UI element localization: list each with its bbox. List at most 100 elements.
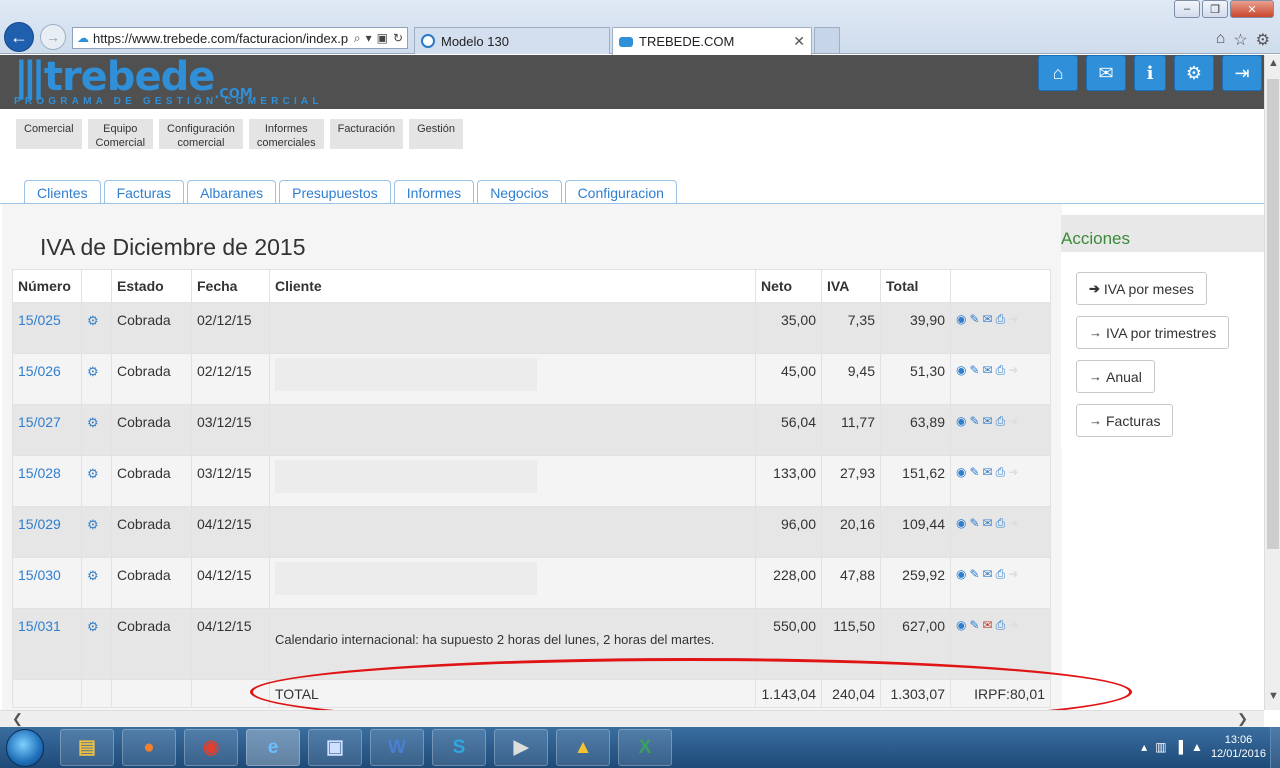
print-icon[interactable]: ⎙ xyxy=(996,363,1006,378)
drive-taskbar-icon[interactable]: ▲ xyxy=(556,729,610,766)
scroll-down-icon[interactable]: ▼ xyxy=(1268,690,1279,702)
gears-icon[interactable]: ⚙ xyxy=(87,415,99,430)
browser-tab-trebede[interactable]: TREBEDE.COM ✕ xyxy=(612,27,812,55)
comment-icon[interactable]: ✉ xyxy=(983,363,993,378)
edit-icon[interactable]: ✎ xyxy=(969,363,979,378)
edit-icon[interactable]: ✎ xyxy=(969,414,979,429)
signal-icon[interactable]: ▐ xyxy=(1175,740,1184,754)
horizontal-scrollbar[interactable]: ❮ ❯ xyxy=(0,710,1264,727)
menu-configuracion-comercial[interactable]: Configuración comercial xyxy=(159,119,243,149)
tab-informes[interactable]: Informes xyxy=(393,180,475,204)
logout-button[interactable]: ⇥ xyxy=(1222,55,1262,91)
print-icon[interactable]: ⎙ xyxy=(996,516,1006,531)
arrow-right-icon[interactable]: ➜ xyxy=(1008,363,1018,378)
new-tab-button[interactable] xyxy=(814,27,840,53)
comment-icon[interactable]: ✉ xyxy=(983,567,993,582)
tab-configuracion[interactable]: Configuracion xyxy=(564,180,677,204)
close-window-button[interactable]: ✕ xyxy=(1230,0,1274,18)
invoice-number-link[interactable]: 15/025 xyxy=(18,312,61,328)
iva-por-meses-button[interactable]: ➔ IVA por meses xyxy=(1076,272,1207,305)
home-button[interactable]: ⌂ xyxy=(1038,55,1078,91)
settings-button[interactable]: ⚙ xyxy=(1174,55,1214,91)
media-taskbar-icon[interactable]: ▶ xyxy=(494,729,548,766)
view-eye-icon[interactable]: ◉ xyxy=(956,516,966,531)
invoice-number-link[interactable]: 15/027 xyxy=(18,414,61,430)
iva-por-trimestres-button[interactable]: → IVA por trimestres xyxy=(1076,316,1230,349)
explorer-taskbar-icon[interactable]: ▤ xyxy=(60,729,114,766)
anual-button[interactable]: → Anual xyxy=(1076,360,1155,393)
scroll-left-icon[interactable]: ❮ xyxy=(12,711,23,727)
col-fecha[interactable]: Fecha xyxy=(191,269,270,303)
chrome-taskbar-icon[interactable]: ◉ xyxy=(184,729,238,766)
restore-button[interactable]: ❐ xyxy=(1202,0,1228,18)
edit-icon[interactable]: ✎ xyxy=(969,567,979,582)
col-estado[interactable]: Estado xyxy=(111,269,192,303)
gears-icon[interactable]: ⚙ xyxy=(87,313,99,328)
print-icon[interactable]: ⎙ xyxy=(996,618,1006,633)
address-url[interactable]: https://www.trebede.com/facturacion/inde… xyxy=(93,31,350,46)
print-icon[interactable]: ⎙ xyxy=(996,414,1006,429)
comment-icon[interactable]: ✉ xyxy=(983,465,993,480)
invoice-number-link[interactable]: 15/031 xyxy=(18,618,61,634)
gears-icon[interactable]: ⚙ xyxy=(87,364,99,379)
invoice-number-link[interactable]: 15/028 xyxy=(18,465,61,481)
invoice-number-link[interactable]: 15/029 xyxy=(18,516,61,532)
comment-icon[interactable]: ✉ xyxy=(983,414,993,429)
search-icon[interactable]: ⌕ xyxy=(354,31,361,46)
arrow-right-icon[interactable]: ➜ xyxy=(1008,312,1018,327)
menu-gestion[interactable]: Gestión xyxy=(409,119,463,149)
refresh-icon[interactable]: ↻ xyxy=(393,31,403,46)
lock-icon[interactable]: ▣ xyxy=(377,31,388,46)
mail-button[interactable]: ✉ xyxy=(1086,55,1126,91)
address-bar[interactable]: ☁ https://www.trebede.com/facturacion/in… xyxy=(72,27,408,49)
col-iva[interactable]: IVA xyxy=(821,269,881,303)
tab-presupuestos[interactable]: Presupuestos xyxy=(279,180,391,204)
gears-icon[interactable]: ⚙ xyxy=(87,619,99,634)
comment-icon[interactable]: ✉ xyxy=(983,618,993,633)
menu-informes-comerciales[interactable]: Informes comerciales xyxy=(248,119,324,149)
gears-icon[interactable]: ⚙ xyxy=(87,466,99,481)
edit-icon[interactable]: ✎ xyxy=(969,618,979,633)
print-icon[interactable]: ⎙ xyxy=(996,465,1006,480)
view-eye-icon[interactable]: ◉ xyxy=(956,567,966,582)
tab-albaranes[interactable]: Albaranes xyxy=(187,180,277,204)
tab-clientes[interactable]: Clientes xyxy=(24,180,101,204)
col-cliente[interactable]: Cliente xyxy=(269,269,756,303)
print-icon[interactable]: ⎙ xyxy=(996,567,1006,582)
gears-icon[interactable]: ⚙ xyxy=(87,568,99,583)
arrow-right-icon[interactable]: ➜ xyxy=(1008,516,1018,531)
ie-taskbar-icon[interactable]: e xyxy=(246,729,300,766)
vertical-scrollbar[interactable]: ▲ ▼ xyxy=(1264,55,1280,710)
invoice-number-link[interactable]: 15/026 xyxy=(18,363,61,379)
excel-taskbar-icon[interactable]: X xyxy=(618,729,672,766)
back-button[interactable]: ← xyxy=(4,22,34,52)
skype-taskbar-icon[interactable]: S xyxy=(432,729,486,766)
word-taskbar-icon[interactable]: W xyxy=(370,729,424,766)
menu-comercial[interactable]: Comercial xyxy=(16,119,82,149)
browser-tab-modelo-130[interactable]: Modelo 130 xyxy=(414,27,610,54)
favorites-star-icon[interactable]: ☆ xyxy=(1233,30,1247,50)
tools-gear-icon[interactable]: ⚙ xyxy=(1256,30,1270,50)
firefox-taskbar-icon[interactable]: ● xyxy=(122,729,176,766)
remote-desktop-taskbar-icon[interactable]: ▣ xyxy=(308,729,362,766)
arrow-right-icon[interactable]: ➜ xyxy=(1008,618,1018,633)
drive-sync-icon[interactable]: ▲ xyxy=(1191,740,1203,754)
comment-icon[interactable]: ✉ xyxy=(983,312,993,327)
arrow-right-icon[interactable]: ➜ xyxy=(1008,465,1018,480)
col-neto[interactable]: Neto xyxy=(755,269,822,303)
view-eye-icon[interactable]: ◉ xyxy=(956,465,966,480)
scroll-up-icon[interactable]: ▲ xyxy=(1268,57,1279,69)
scroll-thumb[interactable] xyxy=(1267,79,1279,549)
forward-button[interactable]: → xyxy=(40,24,66,50)
arrow-right-icon[interactable]: ➜ xyxy=(1008,567,1018,582)
menu-facturacion[interactable]: Facturación xyxy=(329,119,404,149)
col-numero[interactable]: Número xyxy=(12,269,82,303)
arrow-right-icon[interactable]: ➜ xyxy=(1008,414,1018,429)
home-icon[interactable]: ⌂ xyxy=(1216,30,1226,50)
chevron-down-icon[interactable]: ▾ xyxy=(366,31,372,46)
network-icon[interactable]: ▥ xyxy=(1155,740,1166,754)
comment-icon[interactable]: ✉ xyxy=(983,516,993,531)
col-total[interactable]: Total xyxy=(880,269,951,303)
close-tab-icon[interactable]: ✕ xyxy=(793,33,805,50)
info-button[interactable]: i xyxy=(1134,55,1166,91)
